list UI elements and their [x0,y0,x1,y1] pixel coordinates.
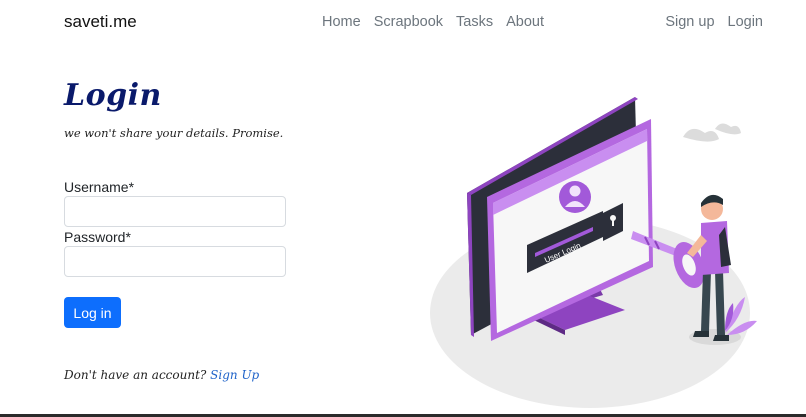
no-account-text: Don't have an account? [64,368,207,382]
log-in-button[interactable]: Log in [64,297,121,328]
nav-home[interactable]: Home [322,14,361,30]
password-label: Password* [64,229,131,245]
sign-up-link[interactable]: Sign Up [210,368,259,382]
auth-nav: Sign up Login [665,14,763,30]
signup-prompt: Don't have an account? Sign Up [64,368,259,382]
cloud-icon [683,123,741,142]
nav-login[interactable]: Login [728,14,763,30]
login-page: saveti.me Home Scrapbook Tasks About Sig… [0,0,806,417]
main-nav: Home Scrapbook Tasks About [322,14,544,30]
nav-about[interactable]: About [506,14,544,30]
username-input[interactable] [64,196,286,227]
username-label: Username* [64,179,135,195]
nav-scrapbook[interactable]: Scrapbook [374,14,443,30]
user-avatar-icon [559,181,591,213]
page-subtitle: we won't share your details. Promise. [64,126,284,140]
page-title: Login [64,78,162,113]
nav-sign-up[interactable]: Sign up [665,14,714,30]
password-input[interactable] [64,246,286,277]
nav-tasks[interactable]: Tasks [456,14,493,30]
login-illustration: User Login [430,97,757,408]
brand-logo[interactable]: saveti.me [64,12,137,32]
